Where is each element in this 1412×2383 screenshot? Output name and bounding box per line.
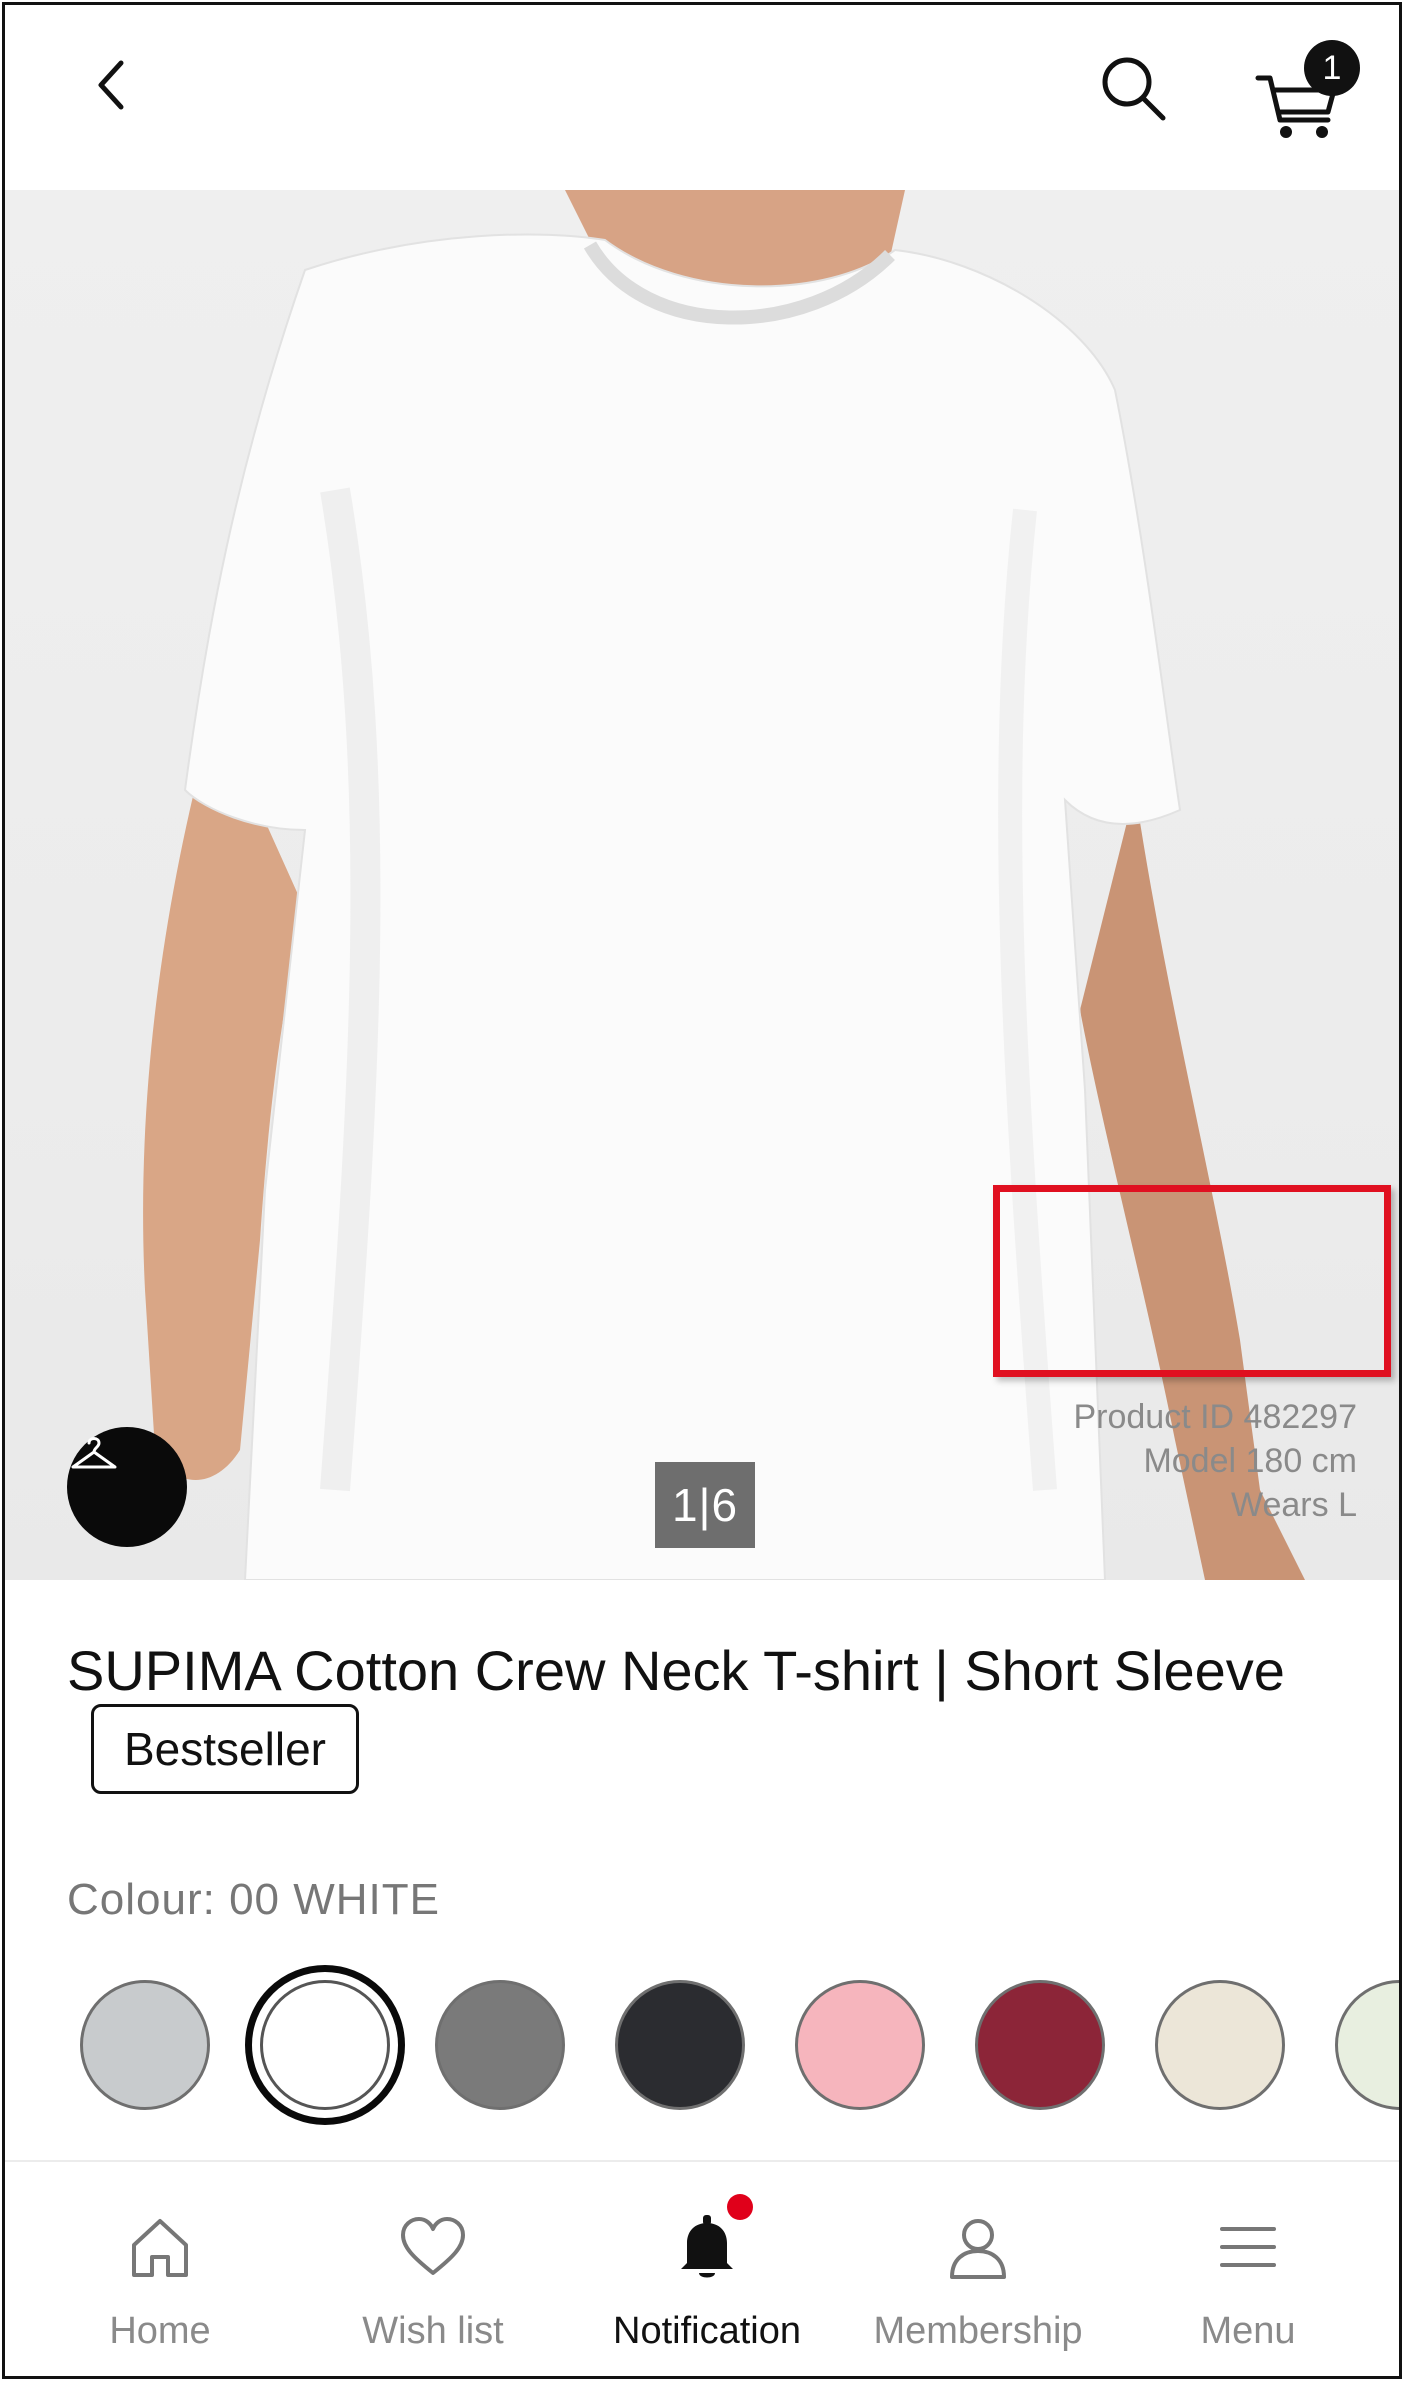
cart-button[interactable]: 1: [1250, 40, 1360, 140]
search-button[interactable]: [1095, 50, 1175, 130]
swatch-light-green[interactable]: [1335, 1980, 1399, 2110]
heart-icon: [401, 2217, 465, 2275]
swatch-gray[interactable]: [80, 1980, 210, 2110]
model-size-text: Wears L: [1231, 1486, 1357, 1524]
notification-dot: [727, 2194, 753, 2220]
colour-swatches: [80, 1965, 1399, 2130]
product-title-text: SUPIMA Cotton Crew Neck T-shirt | Short …: [67, 1639, 1285, 1702]
search-icon: [1102, 57, 1166, 121]
nav-menu[interactable]: Menu: [1118, 2162, 1378, 2376]
colour-label: Colour: 00 WHITE: [67, 1875, 440, 1924]
nav-membership[interactable]: Membership: [848, 2162, 1108, 2376]
top-bar: 1: [5, 5, 1399, 190]
nav-membership-label: Membership: [873, 2310, 1083, 2352]
nav-menu-label: Menu: [1200, 2310, 1296, 2352]
bestseller-badge: Bestseller: [91, 1704, 359, 1795]
product-title: SUPIMA Cotton Crew Neck T-shirt | Short …: [67, 1630, 1317, 1802]
nav-wish-list-label: Wish list: [362, 2310, 504, 2352]
image-counter: 1|6: [655, 1462, 755, 1548]
product-id-text: Product ID 482297: [1073, 1398, 1357, 1436]
highlight-annotation-box: [993, 1185, 1391, 1377]
nav-home-label: Home: [109, 2310, 211, 2352]
menu-icon: [1220, 2227, 1276, 2267]
cart-count-badge: 1: [1304, 40, 1360, 96]
nav-home[interactable]: Home: [30, 2162, 290, 2376]
back-button[interactable]: [75, 45, 155, 125]
model-height-text: Model 180 cm: [1143, 1442, 1357, 1480]
nav-wish-list[interactable]: Wish list: [303, 2162, 563, 2376]
app-screen: 1 1|6 Product ID 482297 Model 180 cm Wea…: [2, 2, 1402, 2379]
product-title-section: SUPIMA Cotton Crew Neck T-shirt | Short …: [67, 1630, 1317, 1802]
swatch-natural[interactable]: [1155, 1980, 1285, 2110]
swatch-black[interactable]: [615, 1980, 745, 2110]
nav-notification-label: Notification: [613, 2310, 801, 2352]
swatch-wine[interactable]: [975, 1980, 1105, 2110]
model-info: Product ID 482297 Model 180 cm Wears L: [1073, 1395, 1357, 1527]
bottom-navigation: Home Wish list Notification Membership M…: [5, 2160, 1399, 2376]
chevron-left-icon: [98, 60, 124, 110]
swatch-pink[interactable]: [795, 1980, 925, 2110]
nav-notification[interactable]: Notification: [577, 2162, 837, 2376]
hanger-icon: [71, 1437, 117, 1469]
try-on-button[interactable]: [67, 1427, 187, 1547]
swatch-dark-gray[interactable]: [435, 1980, 565, 2110]
swatch-white[interactable]: [245, 1965, 405, 2125]
user-icon: [950, 2219, 1006, 2279]
home-icon: [132, 2219, 188, 2277]
